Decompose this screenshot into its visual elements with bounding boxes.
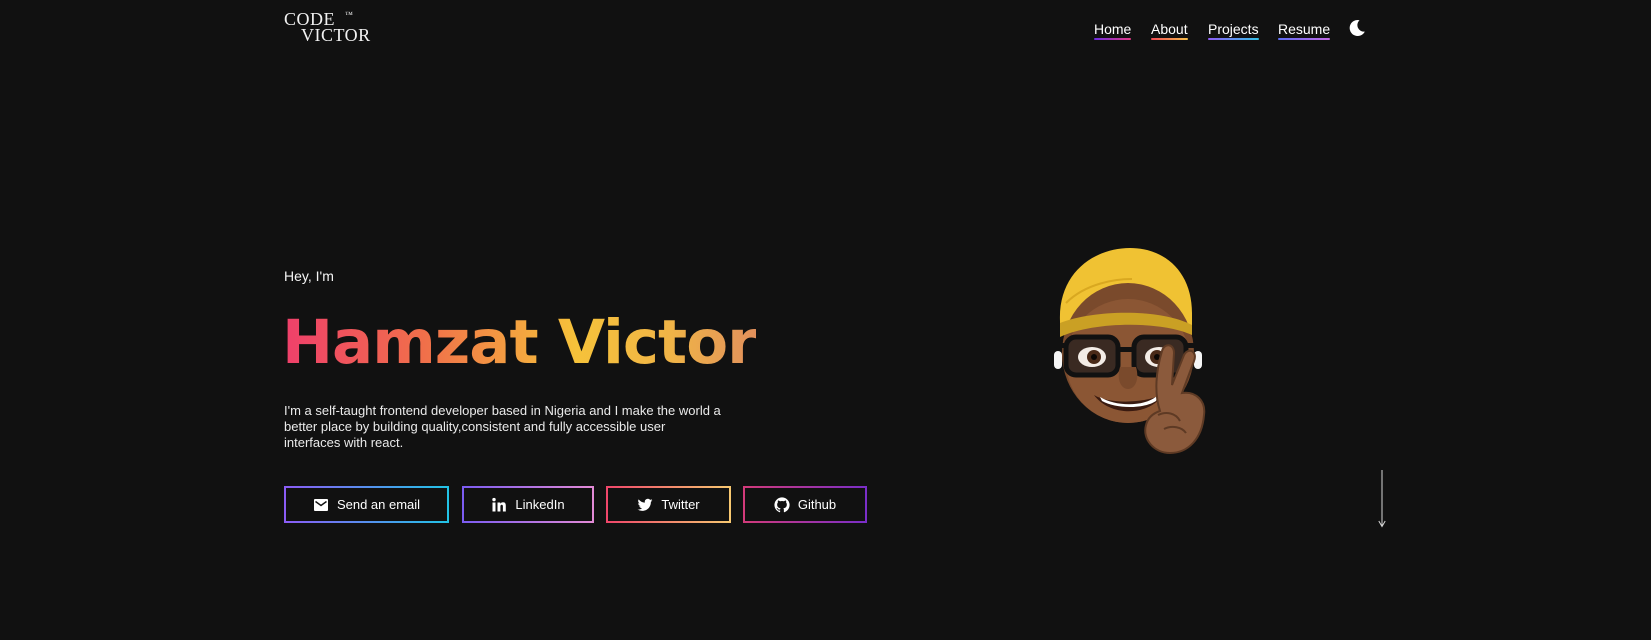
theme-toggle-button[interactable] <box>1347 18 1367 38</box>
nav-link-label: About <box>1151 21 1188 37</box>
nav-link-home[interactable]: Home <box>1094 20 1132 40</box>
hero-name: Hamzat Victor <box>282 307 757 378</box>
nav-link-about[interactable]: About <box>1151 20 1188 40</box>
button-label: Twitter <box>661 497 700 512</box>
button-label: LinkedIn <box>515 497 565 512</box>
arrow-down-icon[interactable] <box>1378 470 1386 528</box>
nav-underline <box>1278 38 1331 40</box>
mail-icon <box>313 498 328 511</box>
send-email-button[interactable]: Send an email <box>284 486 449 523</box>
nav-underline <box>1208 38 1259 40</box>
github-icon <box>774 496 790 512</box>
page: CODE ™ VICTOR Home About Projects Resume… <box>0 0 1651 640</box>
site-logo[interactable]: CODE ™ VICTOR <box>284 10 384 46</box>
nav-link-label: Projects <box>1208 21 1259 37</box>
nav-link-label: Home <box>1094 21 1132 37</box>
nav-link-projects[interactable]: Projects <box>1208 20 1259 40</box>
memoji-avatar <box>1052 248 1206 455</box>
nav-link-label: Resume <box>1278 21 1331 37</box>
github-button[interactable]: Github <box>743 486 867 523</box>
linkedin-icon <box>492 497 507 511</box>
nav-underline <box>1151 38 1188 40</box>
logo-trademark: ™ <box>345 10 354 19</box>
twitter-icon <box>637 498 653 511</box>
moon-icon <box>1349 19 1365 36</box>
hero-greeting: Hey, I'm <box>284 268 334 284</box>
button-label: Send an email <box>336 497 421 512</box>
nav-underline <box>1094 38 1132 40</box>
twitter-button[interactable]: Twitter <box>606 486 731 523</box>
linkedin-button[interactable]: LinkedIn <box>462 486 594 523</box>
nav-link-resume[interactable]: Resume <box>1278 20 1331 40</box>
hero-bio: I'm a self-taught frontend developer bas… <box>284 403 721 450</box>
button-label: Github <box>797 497 837 512</box>
logo-line-2: VICTOR <box>301 25 371 45</box>
